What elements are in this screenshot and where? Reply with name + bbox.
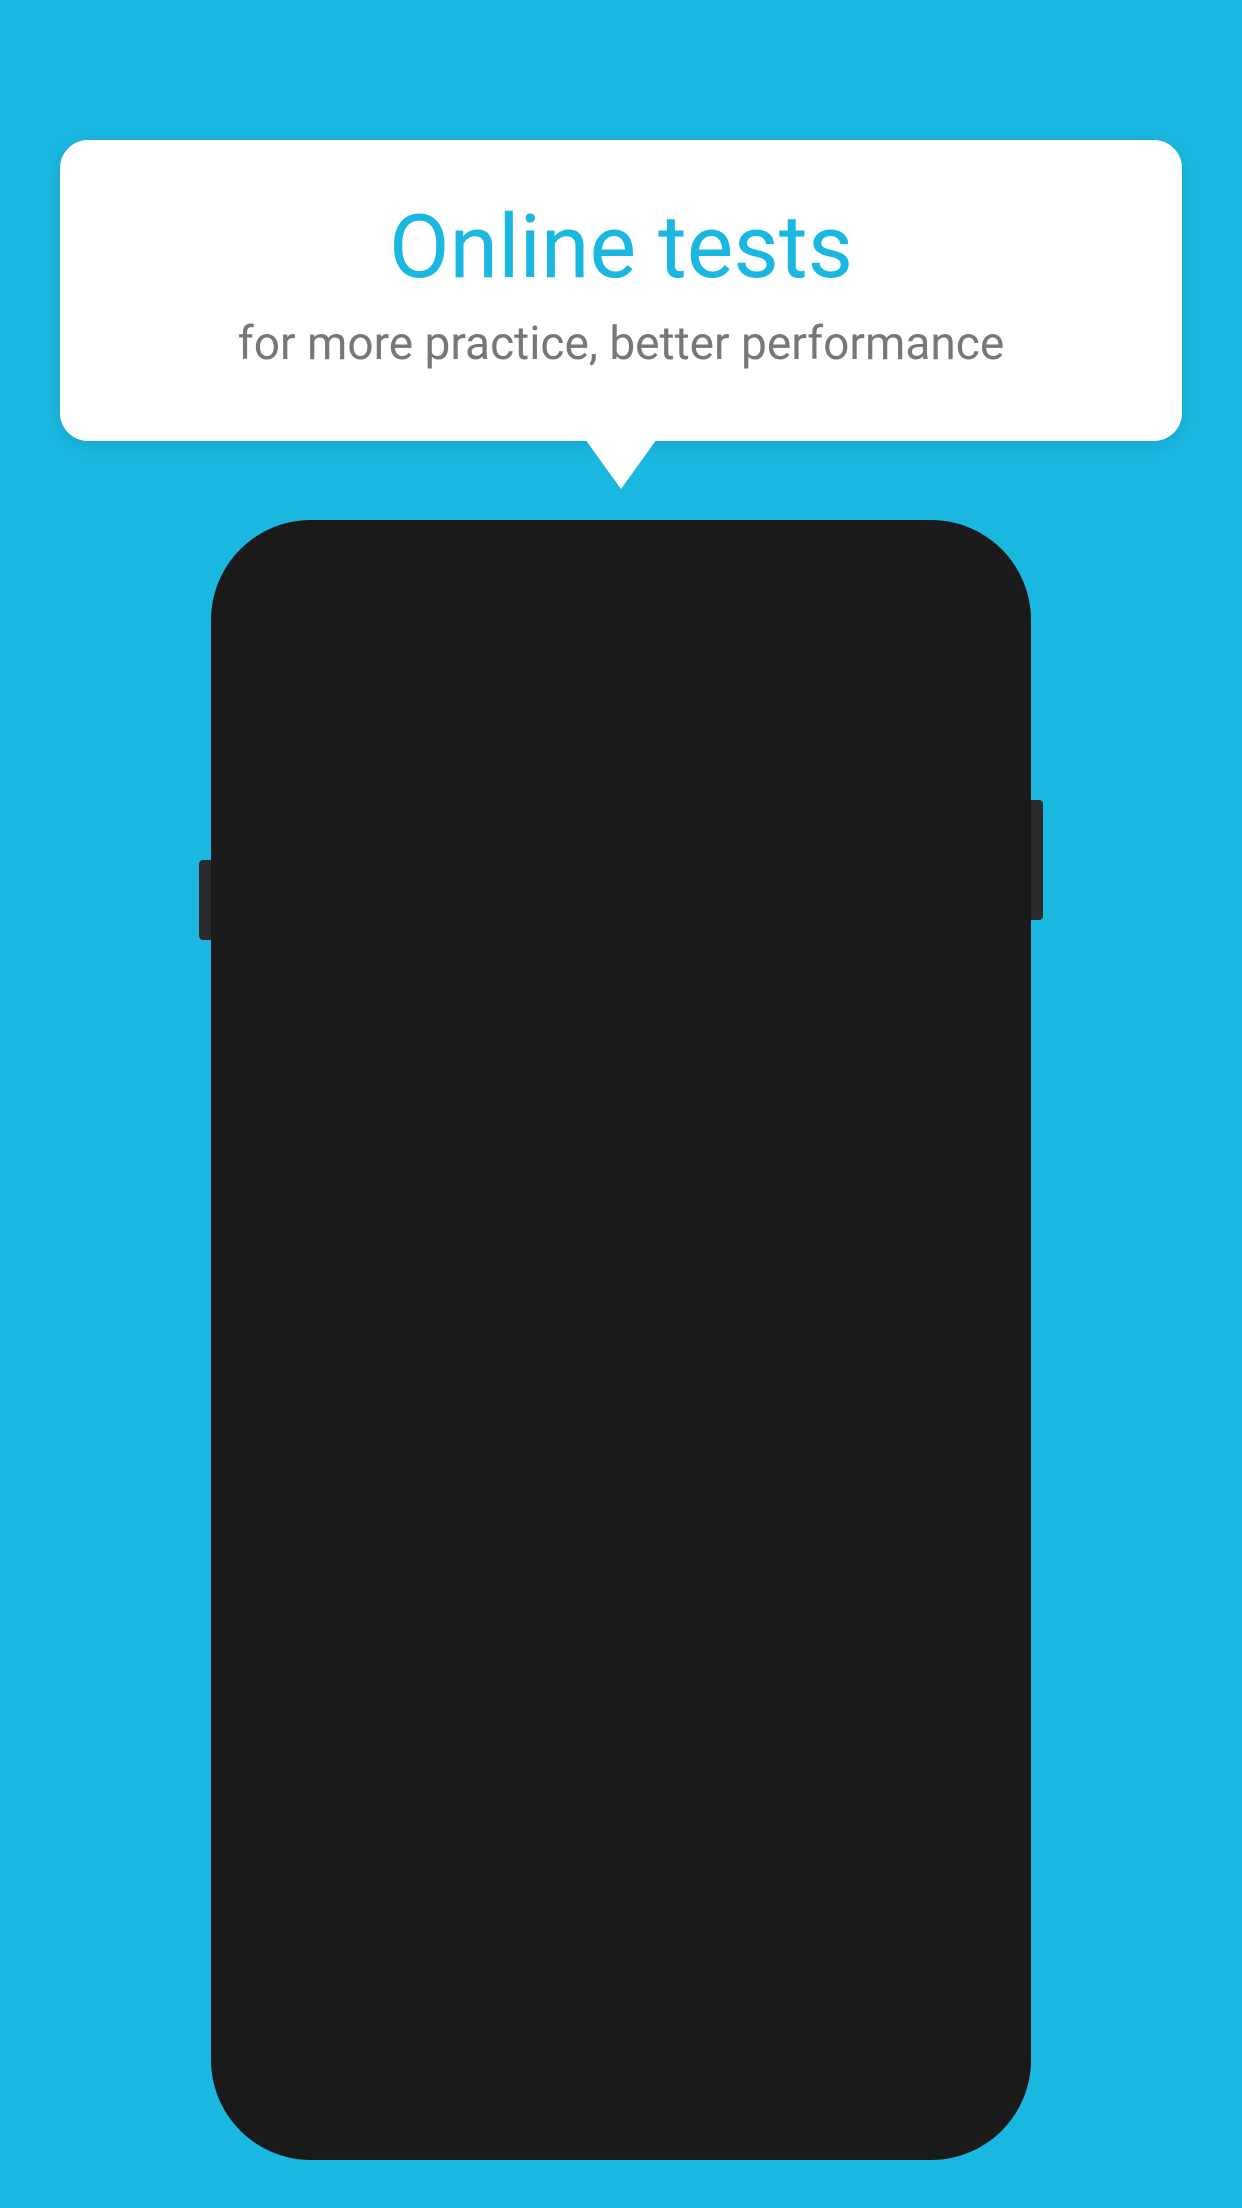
- test-item-1-date-label: Starts at: [257, 1173, 364, 1206]
- test-item-3-date: Ends at Jun 10, 06:00 PM: [257, 1620, 793, 1653]
- tabs-container: MENTS ANNOUNCEMENTS TESTS VIDEOS: [233, 782, 1009, 872]
- test-item-3-title: Conservation of momentum-Equilibrium: [257, 1483, 793, 1571]
- test-item-3-date-value: Jun 10, 06:00 PM: [371, 1620, 590, 1653]
- back-button[interactable]: ←: [263, 699, 311, 756]
- speech-bubble-title: Online tests: [140, 200, 1102, 297]
- speech-bubble-container: Online tests for more practice, better p…: [60, 140, 1182, 441]
- tab-tests[interactable]: TESTS: [647, 782, 828, 871]
- test-item-3-content: Conservation of momentum-Equilibrium by …: [257, 1483, 793, 1653]
- test-item-1-author: by Anurag: [257, 1134, 804, 1167]
- test-item-2-author: by Anurag: [257, 1358, 793, 1391]
- battery-icon: [933, 625, 969, 647]
- tab-announcements[interactable]: ANNOUNCEMENTS: [414, 782, 647, 871]
- phone-camera: [607, 592, 635, 620]
- test-item-2-date-value: Jul 06, 10:45 AM: [371, 1397, 582, 1430]
- test-item-3[interactable]: Conservation of momentum-Equilibrium by …: [233, 1455, 1009, 1678]
- tab-ments[interactable]: MENTS: [233, 782, 414, 871]
- speech-bubble: Online tests for more practice, better p…: [60, 140, 1182, 441]
- search-input-wrapper: 🔍: [257, 892, 985, 966]
- test-item-1[interactable]: Reshuffling test by Anurag Starts at Jul…: [233, 1052, 1009, 1231]
- tab-videos[interactable]: VIDEOS: [828, 782, 1009, 871]
- test-item-1-date: Starts at Jul 05, 05:45 PM: [257, 1173, 804, 1206]
- test-list: Reshuffling test by Anurag Starts at Jul…: [233, 1052, 1009, 1678]
- search-container: 🔍: [233, 872, 1009, 986]
- search-input[interactable]: [340, 910, 960, 949]
- completed-section-header: COMPLETED (1): [233, 1678, 1009, 1744]
- status-time: 14:29: [273, 620, 344, 653]
- app-bar: ← Learning Light: [233, 672, 1009, 782]
- test-item-1-date-value: Jul 05, 05:45 PM: [385, 1173, 596, 1206]
- test-item-1-badge: Class Test: [820, 1086, 985, 1140]
- test-item-2-date-label: Ends at: [257, 1397, 350, 1430]
- signal-icon: [891, 623, 921, 649]
- test-item-1-title: Reshuffling test: [257, 1080, 804, 1124]
- test-item-1-content: Reshuffling test by Anurag Starts at Jul…: [257, 1080, 804, 1206]
- phone-container: 14:29: [211, 520, 1031, 2160]
- phone-screen: 14:29: [233, 548, 1009, 2132]
- test-item-3-author: by Anurag: [257, 1581, 793, 1614]
- test-item-2-title: Newton's Second law(contd)-Newton's Thir…: [257, 1259, 793, 1347]
- test-item-3-date-label: Ends at: [257, 1620, 350, 1653]
- phone-button-right: [1031, 800, 1043, 920]
- speech-bubble-subtitle: for more practice, better performance: [140, 317, 1102, 371]
- test-item-2-date: Ends at Jul 06, 10:45 AM: [257, 1397, 793, 1430]
- screen-content: MENTS ANNOUNCEMENTS TESTS VIDEOS 🔍 ONGOI…: [233, 782, 1009, 2132]
- app-bar-title: Learning Light: [335, 699, 642, 756]
- status-icons: [845, 623, 969, 649]
- test-item-2-content: Newton's Second law(contd)-Newton's Thir…: [257, 1259, 793, 1429]
- test-item-3-badge: Online Test: [809, 1489, 986, 1545]
- test-item-2-badge: Online Test: [809, 1265, 986, 1321]
- search-icon: 🔍: [282, 909, 324, 949]
- test-item-2[interactable]: Newton's Second law(contd)-Newton's Thir…: [233, 1231, 1009, 1454]
- ongoing-section-header: ONGOING (3): [233, 986, 1009, 1052]
- phone-button-left: [199, 860, 211, 940]
- wifi-icon: [845, 623, 879, 649]
